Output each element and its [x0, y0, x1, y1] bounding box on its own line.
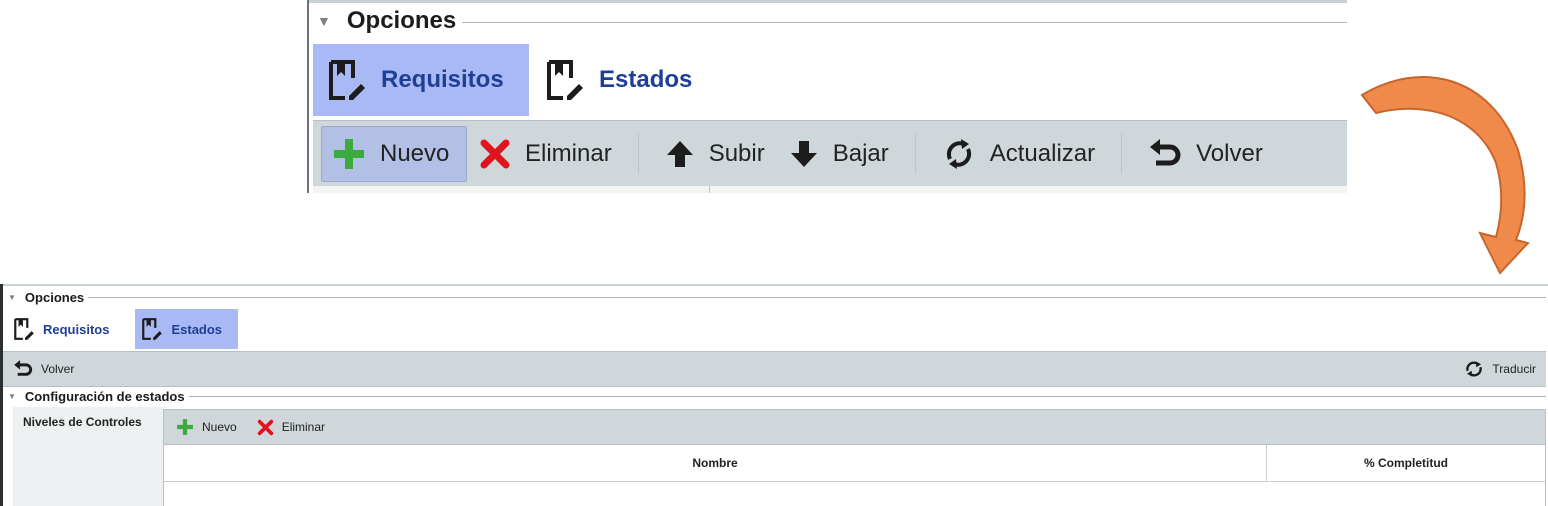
collapse-triangle-icon[interactable]: ▼ — [8, 392, 16, 401]
callout-arrow — [1360, 76, 1530, 275]
config-fieldset-legend[interactable]: ▼ Configuración de estados — [8, 387, 1546, 405]
config-title: Configuración de estados — [24, 388, 185, 404]
grid-header-row: Nombre % Completitud — [164, 445, 1545, 482]
tab-requisitos[interactable]: Requisitos — [313, 44, 529, 116]
niveles-label: Niveles de Controles — [23, 415, 142, 429]
bookmark-edit-icon — [547, 60, 583, 100]
nuevo-button[interactable]: Nuevo — [321, 126, 467, 182]
estados-toolbar: Volver Traducir — [3, 351, 1546, 387]
volver-label: Volver — [1196, 140, 1263, 167]
plus-icon — [177, 419, 193, 435]
collapse-triangle-icon[interactable]: ▼ — [317, 13, 331, 29]
nuevo-label: Nuevo — [380, 140, 450, 167]
undo-icon — [14, 360, 33, 376]
toolbar-separator — [914, 134, 916, 174]
close-icon — [480, 139, 510, 169]
options-title: Opciones — [24, 289, 85, 305]
options-title: Opciones — [346, 7, 457, 34]
zoomed-callout: ▼ Opciones Requisitos Estados Nuevo Elim… — [307, 0, 1347, 193]
zoom-toolbar: Nuevo Eliminar Subir Bajar Actualizar Vo… — [313, 120, 1347, 188]
toolbar-separator — [637, 134, 639, 174]
plus-icon — [334, 139, 364, 169]
niveles-label-cell: Niveles de Controles — [13, 407, 163, 506]
tab-requisitos[interactable]: Requisitos — [7, 309, 123, 349]
actualizar-label: Actualizar — [989, 140, 1096, 167]
eliminar-button[interactable]: Eliminar — [467, 127, 624, 181]
tab-estados-label: Estados — [599, 66, 693, 93]
eliminar-button[interactable]: Eliminar — [245, 419, 333, 436]
bookmark-edit-icon — [329, 60, 365, 100]
options-fieldset-legend[interactable]: ▼ Opciones — [8, 288, 1546, 306]
full-screen-view: ▼ Opciones Requisitos Estados Volver Tra… — [0, 284, 1548, 506]
volver-label: Volver — [41, 362, 75, 376]
collapse-triangle-icon[interactable]: ▼ — [8, 293, 16, 302]
subir-label: Subir — [708, 140, 765, 167]
translate-sync-icon — [1466, 361, 1483, 377]
traducir-button[interactable]: Traducir — [1454, 359, 1546, 379]
close-icon — [257, 419, 273, 435]
tab-estados[interactable]: Estados — [529, 44, 708, 116]
top-border — [3, 284, 1548, 286]
traducir-label: Traducir — [1492, 362, 1536, 376]
undo-icon — [1150, 139, 1181, 166]
bajar-label: Bajar — [832, 140, 889, 167]
nuevo-label: Nuevo — [202, 420, 237, 434]
tab-requisitos-label: Requisitos — [381, 66, 504, 93]
actualizar-button[interactable]: Actualizar — [930, 127, 1107, 181]
top-border — [309, 0, 1347, 3]
bajar-button[interactable]: Bajar — [777, 127, 901, 181]
fieldset-rule — [88, 296, 1546, 298]
bookmark-edit-icon — [142, 318, 163, 340]
zoom-content-edge — [313, 186, 1347, 193]
options-tabs: Requisitos Estados — [7, 309, 239, 349]
arrow-down-icon — [790, 141, 817, 167]
eliminar-label: Eliminar — [525, 140, 612, 167]
column-header-nombre[interactable]: Nombre — [164, 445, 1267, 481]
toolbar-separator — [1121, 134, 1123, 174]
niveles-grid: Nuevo Eliminar Nombre % Completitud — [163, 409, 1546, 506]
tab-estados[interactable]: Estados — [135, 309, 239, 349]
subir-button[interactable]: Subir — [653, 127, 777, 181]
volver-button[interactable]: Volver — [1136, 127, 1275, 181]
arrow-up-icon — [666, 141, 693, 167]
bookmark-edit-icon — [14, 318, 34, 340]
fieldset-rule — [462, 22, 1347, 23]
eliminar-label: Eliminar — [281, 420, 326, 434]
options-tabs: Requisitos Estados — [313, 44, 708, 116]
nuevo-button[interactable]: Nuevo — [164, 418, 245, 436]
column-header-completitud[interactable]: % Completitud — [1267, 445, 1545, 481]
grid-toolbar: Nuevo Eliminar — [164, 410, 1545, 445]
refresh-icon — [946, 139, 971, 169]
options-fieldset-legend[interactable]: ▼ Opciones — [317, 6, 1347, 36]
tab-requisitos-label: Requisitos — [43, 321, 110, 337]
fieldset-rule — [188, 395, 1546, 397]
tab-estados-label: Estados — [171, 321, 223, 337]
volver-button[interactable]: Volver — [3, 359, 84, 379]
